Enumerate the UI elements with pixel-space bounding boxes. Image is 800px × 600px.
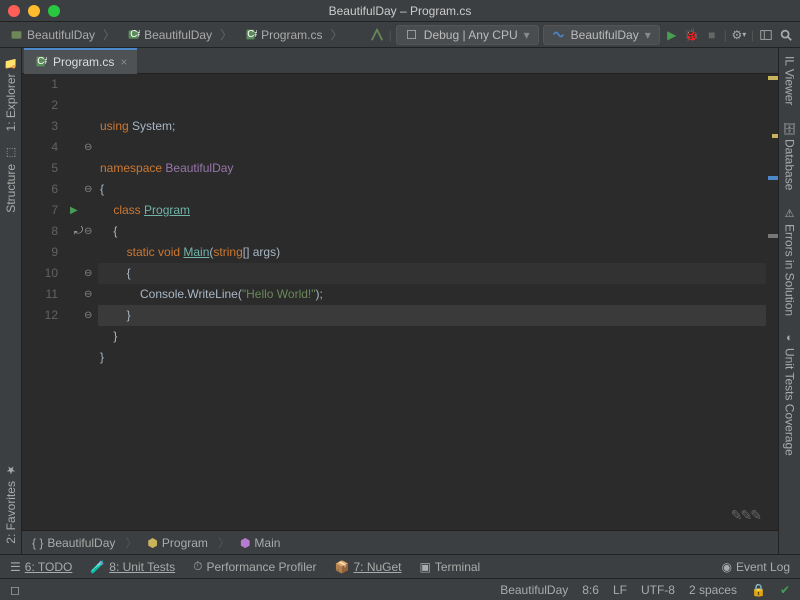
tool-structure[interactable]: Structure ⬚ [4,147,18,213]
tab-label: Program.cs [53,55,114,69]
tool-nuget[interactable]: 📦 7: NuGet [335,560,402,574]
inspection-widget-icon[interactable]: ✎✎✎ [731,505,760,526]
status-bar: ◻ BeautifulDay 8:6 LF UTF-8 2 spaces 🔒 ✔ [0,578,800,600]
svg-text:C#: C# [130,29,140,40]
maximize-window-icon[interactable] [48,5,60,17]
crumb-method[interactable]: ⬢ Main [240,536,291,550]
breadcrumb-file[interactable]: C#Program.cs [240,24,346,45]
tool-explorer[interactable]: 1: Explorer 📁 [4,56,18,131]
run-icon[interactable]: ▶ [664,27,680,43]
breadcrumb-folder[interactable]: C#BeautifulDay [123,24,236,45]
tool-favorites[interactable]: 2: Favorites ★ [4,464,18,544]
tool-coverage[interactable]: ◐ Unit Tests Coverage [783,332,797,456]
tool-profiler[interactable]: ⏱ Performance Profiler [193,559,316,574]
settings-icon[interactable]: ⚙▾ [731,27,747,43]
close-tab-icon[interactable]: × [120,55,127,69]
debug-icon[interactable]: 🐞 [684,27,700,43]
status-cursor-pos[interactable]: 8:6 [582,583,599,597]
tab-program-cs[interactable]: C# Program.cs × [24,48,137,74]
status-project[interactable]: BeautifulDay [500,583,568,597]
status-indent[interactable]: 2 spaces [689,583,737,597]
layout-icon[interactable] [758,27,774,43]
build-icon[interactable] [369,27,385,43]
left-tool-strip: 1: Explorer 📁 Structure ⬚ 2: Favorites ★ [0,48,22,554]
right-tool-strip: IL Viewer 🗄 Database ⚠ Errors in Solutio… [778,48,800,554]
config-project-dropdown[interactable]: BeautifulDay▾ [543,25,660,45]
svg-text:C#: C# [37,56,47,67]
tool-terminal[interactable]: ▣ Terminal [420,560,481,574]
bottom-toolbar: ☰ 6: TODO 🧪 8: Unit Tests ⏱ Performance … [0,554,800,578]
navigation-bar: BeautifulDay C#BeautifulDay C#Program.cs… [0,22,800,48]
tool-database[interactable]: 🗄 Database [783,121,797,190]
crumb-namespace[interactable]: { } BeautifulDay [32,534,137,551]
tool-todo[interactable]: ☰ 6: TODO [10,560,72,574]
svg-text:C#: C# [247,29,257,40]
window-title: BeautifulDay – Program.cs [8,4,792,18]
titlebar: BeautifulDay – Program.cs [0,0,800,22]
error-stripe[interactable] [766,74,778,530]
editor-area: C# Program.cs × 123456789101112 ⊖⊖▶⤾⊖⊖⊖⊖… [22,48,778,554]
close-window-icon[interactable] [8,5,20,17]
stop-icon[interactable]: ■ [704,27,720,43]
search-icon[interactable] [778,27,794,43]
breadcrumb-bar: { } BeautifulDay ⬢ Program ⬢ Main [22,530,778,554]
status-ok-icon[interactable]: ✔ [780,583,790,597]
status-encoding[interactable]: UTF-8 [641,583,675,597]
status-lock-icon[interactable]: 🔒 [751,583,766,597]
minimize-window-icon[interactable] [28,5,40,17]
config-debug-dropdown[interactable]: Debug | Any CPU▾ [396,25,539,45]
crumb-class[interactable]: ⬢ Program [147,534,230,551]
breadcrumb-project[interactable]: BeautifulDay [6,24,119,45]
tool-unit-tests[interactable]: 🧪 8: Unit Tests [90,560,175,574]
tool-errors[interactable]: ⚠ Errors in Solution [783,207,797,316]
window-controls [8,5,60,17]
status-tool-windows-icon[interactable]: ◻ [10,583,20,597]
editor-tabs: C# Program.cs × [22,48,778,74]
status-line-separator[interactable]: LF [613,583,627,597]
tool-event-log[interactable]: ◉ Event Log [721,560,790,574]
tool-il-viewer[interactable]: IL Viewer [783,56,797,105]
code-editor[interactable]: 123456789101112 ⊖⊖▶⤾⊖⊖⊖⊖ using System;na… [22,74,778,530]
